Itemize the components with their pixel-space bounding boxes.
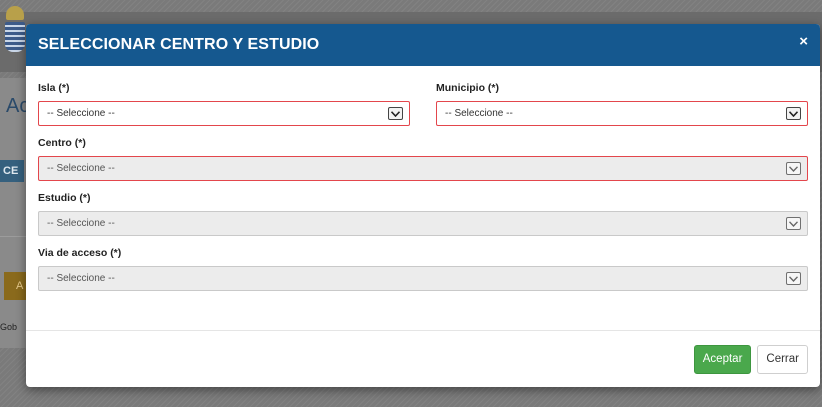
estudio-select[interactable]: -- Seleccione -- <box>38 211 808 236</box>
isla-select[interactable]: -- Seleccione -- <box>38 101 410 126</box>
close-icon[interactable]: × <box>799 34 808 50</box>
centro-field: Centro (*) -- Seleccione -- <box>38 135 808 181</box>
chevron-down-icon[interactable] <box>786 107 801 120</box>
chevron-down-icon[interactable] <box>786 162 801 175</box>
chevron-down-icon[interactable] <box>786 217 801 230</box>
municipio-select-value: -- Seleccione -- <box>445 108 513 119</box>
background-footer-text: Gob <box>0 322 18 332</box>
chevron-down-icon[interactable] <box>786 272 801 285</box>
via-acceso-field: Via de acceso (*) -- Seleccione -- <box>38 245 808 291</box>
modal-body: Isla (*) -- Seleccione -- Municipio (*) … <box>26 66 820 330</box>
chevron-down-icon[interactable] <box>388 107 403 120</box>
municipio-select[interactable]: -- Seleccione -- <box>436 101 808 126</box>
accept-button[interactable]: Aceptar <box>693 344 752 374</box>
estudio-select-value: -- Seleccione -- <box>47 218 115 229</box>
select-centre-modal: SELECCIONAR CENTRO Y ESTUDIO × Isla (*) … <box>26 24 820 387</box>
background-tag: CE <box>0 160 24 182</box>
municipio-field: Municipio (*) -- Seleccione -- <box>436 80 808 126</box>
modal-title: SELECCIONAR CENTRO Y ESTUDIO <box>38 36 320 53</box>
via-acceso-select[interactable]: -- Seleccione -- <box>38 266 808 291</box>
modal-footer: Aceptar Cerrar <box>26 330 820 387</box>
modal-header: SELECCIONAR CENTRO Y ESTUDIO × <box>26 24 820 66</box>
estudio-field: Estudio (*) -- Seleccione -- <box>38 190 808 236</box>
via-acceso-label: Via de acceso (*) <box>38 247 122 259</box>
close-button[interactable]: Cerrar <box>757 344 808 374</box>
isla-label: Isla (*) <box>38 82 70 94</box>
estudio-label: Estudio (*) <box>38 192 91 204</box>
centro-select-value: -- Seleccione -- <box>47 163 115 174</box>
isla-select-value: -- Seleccione -- <box>47 108 115 119</box>
municipio-label: Municipio (*) <box>436 82 499 94</box>
crest-icon <box>4 0 26 56</box>
via-acceso-select-value: -- Seleccione -- <box>47 273 115 284</box>
centro-select[interactable]: -- Seleccione -- <box>38 156 808 181</box>
isla-field: Isla (*) -- Seleccione -- <box>38 80 410 126</box>
centro-label: Centro (*) <box>38 137 86 149</box>
